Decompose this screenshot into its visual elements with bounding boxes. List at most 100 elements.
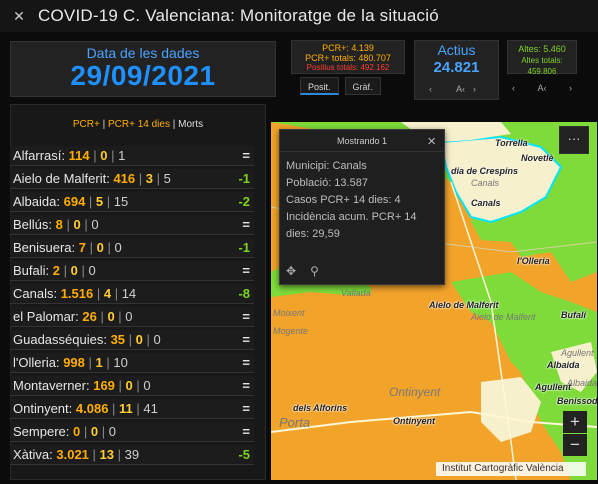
trend-value: = [242,378,250,393]
pcr-value: 4.086 [75,401,109,416]
map-label: Aielo de Malferit [429,300,499,310]
list-item[interactable]: Ontinyent: 4.086 | 11 | 41 = [10,399,254,419]
gva-logo-icon: ✕ [13,7,25,24]
map-label: Albaida [567,378,597,388]
zoom-out-button[interactable]: − [563,434,587,456]
list-item[interactable]: Aielo de Malferit: 416 | 3 | 5 -1 [10,169,254,189]
map-label: Novetlè [521,153,554,163]
pcr-value: 2 [52,263,60,278]
pcr-value: 26 [82,309,97,324]
altes-next-button[interactable]: › [569,83,572,93]
actius-nav: ‹ A‹ [429,81,465,97]
tab-grafic[interactable]: Gràf. [344,77,381,95]
morts-value: 0 [108,424,116,439]
municipality-name: Aielo de Malferit: [13,171,110,186]
trend-value: = [242,217,250,232]
pcr-value: 169 [93,378,115,393]
popup-footer: ✥ ⚲ [286,264,319,278]
pcr-value: 416 [113,171,136,186]
altes-panel: Altes: 5.460 Altes totals: 459.806 [507,40,577,76]
list-item[interactable]: Bellús: 8 | 0 | 0 = [10,215,254,235]
list-item[interactable]: Canals: 1.516 | 4 | 14 -8 [10,284,254,304]
municipality-name: Montaverner: [13,378,90,393]
altes-mid-button[interactable]: A‹ [538,83,547,93]
feature-popup: Mostrando 1 × Municipi: Canals Població:… [279,129,445,285]
list-item[interactable]: el Palomar: 26 | 0 | 0 = [10,307,254,327]
municipality-name: l'Olleria: [13,355,60,370]
morts-value: 0 [91,217,99,232]
pcr-value: 35 [110,332,126,347]
altes-today: Altes: 5.460 [518,44,566,54]
actius-value: 24.821 [433,59,480,76]
positius-total: Positius totals: 492.162 [306,63,390,72]
zoom-to-icon[interactable]: ⚲ [310,264,319,278]
tab-bar: Posit. Gràf. [300,77,381,95]
tab-positius[interactable]: Posit. [300,77,339,95]
municipality-name: Sempere: [13,424,70,439]
actius-panel: Actius 24.821 ‹ A‹ › [414,40,499,100]
zoom-in-button[interactable]: + [563,411,587,433]
trend-value: = [242,148,250,163]
date-value: 29/09/2021 [70,60,216,91]
list-item[interactable]: Sempere: 0 | 0 | 0 = [10,422,254,442]
altes-prev-button[interactable]: ‹ [512,83,515,93]
map-label: Ontinyent [393,416,435,426]
separator: | [142,332,154,347]
list-item[interactable]: Xàtiva: 3.021 | 13 | 39 -5 [10,445,254,465]
morts-value: 15 [113,194,129,209]
list-item[interactable]: l'Olleria: 998 | 1 | 10 = [10,353,254,373]
next-button[interactable]: › [473,84,476,94]
separator: | [111,286,122,301]
pcr-value: 694 [63,194,86,209]
map-attribution: Institut Cartogràfic València [436,462,586,476]
trend-value: -1 [238,171,250,186]
pan-icon[interactable]: ✥ [286,264,296,278]
separator: | [98,424,109,439]
header-pcr: PCR+ [72,119,100,130]
list-item[interactable]: Benisuera: 7 | 0 | 0 -1 [10,238,254,258]
trend-value: = [242,332,250,347]
municipality-name: Bellús: [13,217,53,232]
separator: | [60,263,71,278]
more-options-button[interactable]: ··· [559,126,589,154]
municipality-name: Alfarrasí: [13,148,66,163]
pcr-total: PCR+ totals: 480.707 [305,53,391,63]
trend-value: -1 [238,240,250,255]
morts-value: 41 [143,401,158,416]
map-label: Mogente [273,326,309,336]
list-item[interactable]: Guadasséquies: 35 | 0 | 0 = [10,330,254,350]
map-label: Vallada [341,288,371,298]
municipality-name: Bufali: [13,263,50,278]
trend-value: = [242,401,250,416]
date-panel: Data de les dades 29/09/2021 [10,41,276,97]
morts-value: 0 [88,263,96,278]
actius-nav-next: › [473,81,487,97]
pcr-today: PCR+: 4.139 [322,43,374,53]
separator: | [114,447,125,462]
popup-line: Municipi: Canals [286,160,367,172]
list-item[interactable]: Montaverner: 169 | 0 | 0 = [10,376,254,396]
pcr14-value: 4 [103,286,112,301]
popup-line: Població: 13.587 [286,177,368,189]
separator: | [102,355,114,370]
morts-value: 0 [153,332,161,347]
separator: | [114,309,126,324]
list-item[interactable]: Bufali: 2 | 0 | 0 = [10,261,254,281]
morts-value: 10 [113,355,128,370]
popup-body: Municipi: Canals Població: 13.587 Casos … [280,152,444,243]
mid-button[interactable]: A‹ [456,84,465,94]
pcr14-value: 0 [73,217,81,232]
separator: | [153,171,164,186]
close-icon[interactable]: × [427,133,436,150]
municipality-name: Benisuera: [13,240,76,255]
list-item[interactable]: Albaida: 694 | 5 | 15 -2 [10,192,254,212]
prev-button[interactable]: ‹ [429,84,432,94]
municipality-name: Albaida: [13,194,60,209]
municipality-name: Canals: [13,286,58,301]
map-label: dels Alforins [293,403,348,413]
map-label: dia de Crespins [451,166,519,176]
separator: | [84,355,96,370]
list-item[interactable]: Alfarrasí: 114 | 0 | 1 = [10,146,254,166]
date-label: Data de les dades [86,45,200,61]
separator: | [103,240,115,255]
